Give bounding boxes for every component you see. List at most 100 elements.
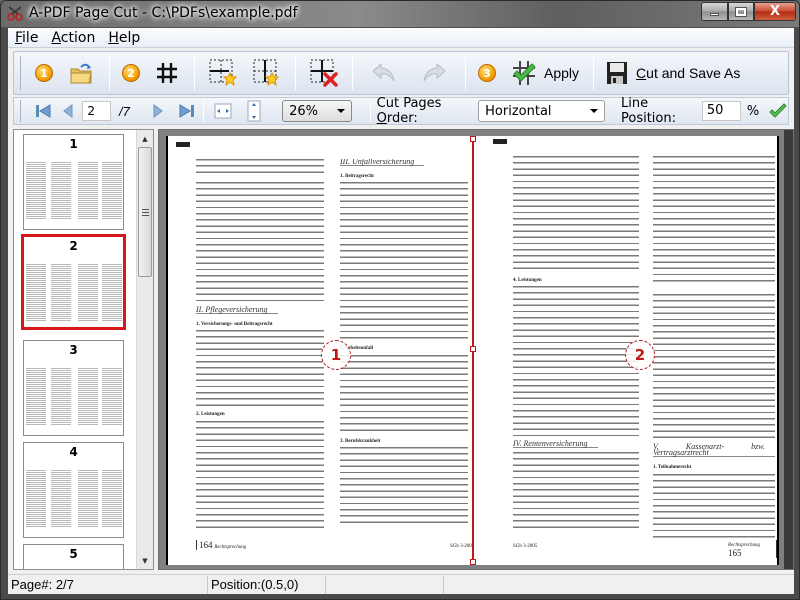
navbar-grip[interactable]	[20, 100, 23, 122]
grid-icon	[157, 63, 177, 83]
text-block	[340, 446, 468, 527]
menu-file[interactable]: File	[8, 30, 45, 46]
cut-line-handle-bottom[interactable]	[470, 559, 476, 565]
navigation-toolbar: 2 /7 26% Cut Pages Order: Horizontal Lin…	[13, 96, 789, 126]
right-page-column-1: 4. Leistungen IV. Rentenversicherung	[513, 156, 639, 539]
subsection-heading: 2. Arbeitsunfall	[340, 346, 374, 352]
cut-and-save-as-button[interactable]: Cut and Save As	[600, 54, 746, 92]
remove-lines-button[interactable]	[302, 54, 346, 92]
menu-help-accel: H	[108, 29, 119, 46]
app-window: A-PDF Page Cut - C:\PDFs\example.pdf X F…	[0, 0, 800, 600]
confirm-line-position-button[interactable]	[767, 100, 788, 122]
close-icon: X	[769, 4, 781, 19]
page-footer-left: 164 Rechtsprechung	[196, 540, 246, 550]
thumbnail-text-column	[78, 264, 98, 322]
client-area: File Action Help 1 2 3 Apply Cut and Sav…	[8, 28, 794, 594]
thumbnail-page-5[interactable]: 5	[23, 544, 124, 569]
add-horizontal-line-button[interactable]	[201, 54, 245, 92]
line-position-input[interactable]: 50	[701, 101, 741, 121]
fit-width-button[interactable]	[212, 100, 233, 122]
step-2-icon: 2	[122, 64, 140, 82]
thumbnail-text-column	[26, 162, 46, 220]
thumbnail-number: 3	[69, 343, 78, 357]
navbar-separator	[203, 100, 205, 122]
text-block	[513, 156, 639, 274]
minimize-button[interactable]	[701, 2, 728, 21]
subsection-heading: 3. Berufskrankheit	[340, 438, 381, 444]
step-2-badge: 2	[116, 54, 146, 92]
grid-button[interactable]	[146, 54, 188, 92]
next-page-button[interactable]	[148, 100, 169, 122]
thumbnail-text-column	[102, 470, 122, 528]
thumbnail-number: 5	[69, 547, 78, 561]
menu-help-label: elp	[118, 29, 141, 46]
thumbnail-page-3[interactable]: 3	[23, 340, 124, 436]
cut-pages-order-value: Horizontal	[485, 103, 552, 119]
chevron-up-icon: ▲	[142, 134, 148, 143]
fit-height-button[interactable]	[243, 100, 264, 122]
apply-button[interactable]: Apply	[502, 54, 587, 92]
page-number-input[interactable]: 2	[82, 101, 111, 121]
thumbnail-page-1[interactable]: 1	[23, 134, 124, 230]
toolbar-separator	[194, 56, 195, 90]
text-block	[196, 182, 324, 302]
right-page-column-2: V. Kassenarzt- bzw. Vertragsarztrecht 1.…	[653, 156, 775, 539]
fit-width-icon	[214, 103, 232, 119]
maximize-button[interactable]	[728, 2, 754, 21]
previous-page-icon	[63, 104, 73, 118]
toolbar-separator	[109, 56, 110, 90]
last-page-button[interactable]	[177, 100, 198, 122]
scroll-up-button[interactable]: ▲	[137, 130, 153, 147]
status-page: Page#: 2/7	[8, 575, 208, 594]
add-vertical-line-button[interactable]	[245, 54, 289, 92]
toolbar-grip[interactable]	[20, 56, 23, 90]
thumbnail-scrollbar[interactable]: ▲ ▼	[136, 130, 153, 569]
undo-button[interactable]	[359, 54, 409, 92]
step-3-badge: 3	[472, 54, 502, 92]
zoom-value: 26%	[289, 103, 319, 119]
scroll-down-button[interactable]: ▼	[137, 552, 153, 569]
text-block	[196, 330, 324, 409]
cut-line-handle-top[interactable]	[470, 136, 476, 142]
cut-order-accel: O	[376, 111, 387, 126]
thumbnail-text-column	[26, 470, 46, 528]
viewer-scrollbar[interactable]	[784, 130, 793, 569]
scrollbar-thumb[interactable]	[138, 147, 152, 277]
close-button[interactable]: X	[754, 2, 796, 21]
thumbnail-number: 4	[69, 445, 78, 459]
checkmark-icon	[768, 103, 787, 118]
subsection-heading: 4. Leistungen	[513, 278, 542, 283]
step-3-icon: 3	[478, 64, 496, 82]
zoom-select[interactable]: 26%	[282, 100, 352, 122]
menu-action-accel: A	[51, 29, 61, 46]
menu-action[interactable]: Action	[45, 30, 102, 46]
page-viewer[interactable]: tebank-PC für Blinde, dies aber nur so l…	[158, 129, 794, 570]
thumbnail-text-column	[51, 162, 71, 220]
fit-height-icon	[247, 100, 261, 122]
line-position-unit: %	[746, 103, 760, 119]
cut-line-handle-middle[interactable]	[470, 346, 476, 352]
chevron-down-icon	[589, 109, 598, 113]
previous-page-button[interactable]	[58, 100, 79, 122]
next-page-icon	[153, 104, 164, 118]
section-heading: II. Pflegeversicherung	[196, 305, 278, 315]
pdf-page: tebank-PC für Blinde, dies aber nur so l…	[166, 136, 779, 565]
chevron-down-icon: ▼	[142, 556, 148, 565]
title-bar[interactable]: A-PDF Page Cut - C:\PDFs\example.pdf X	[1, 1, 799, 27]
open-file-button[interactable]	[59, 54, 103, 92]
page-footer-right: Rechtsprechung 165	[728, 540, 777, 558]
redo-button[interactable]	[409, 54, 459, 92]
thumbnail-panel[interactable]: 1 2 3 4 5 ▲ ▼	[13, 129, 154, 570]
page-footer-journal: SGb 3-2005	[450, 544, 475, 549]
status-empty	[444, 576, 794, 594]
status-bar: Page#: 2/7 Position:(0.5,0)	[8, 574, 794, 594]
thumbnail-page-4[interactable]: 4	[23, 442, 124, 538]
first-page-button[interactable]	[33, 100, 54, 122]
thumbnail-page-2[interactable]: 2	[21, 234, 126, 330]
cut-save-accel: C	[636, 65, 647, 81]
section-heading: IV. Rentenversicherung	[513, 440, 598, 449]
main-toolbar: 1 2 3 Apply Cut and Save As	[13, 51, 789, 95]
cut-pages-order-select[interactable]: Horizontal	[478, 100, 605, 122]
thumbnail-text-column	[51, 368, 71, 426]
menu-help[interactable]: Help	[102, 30, 147, 46]
